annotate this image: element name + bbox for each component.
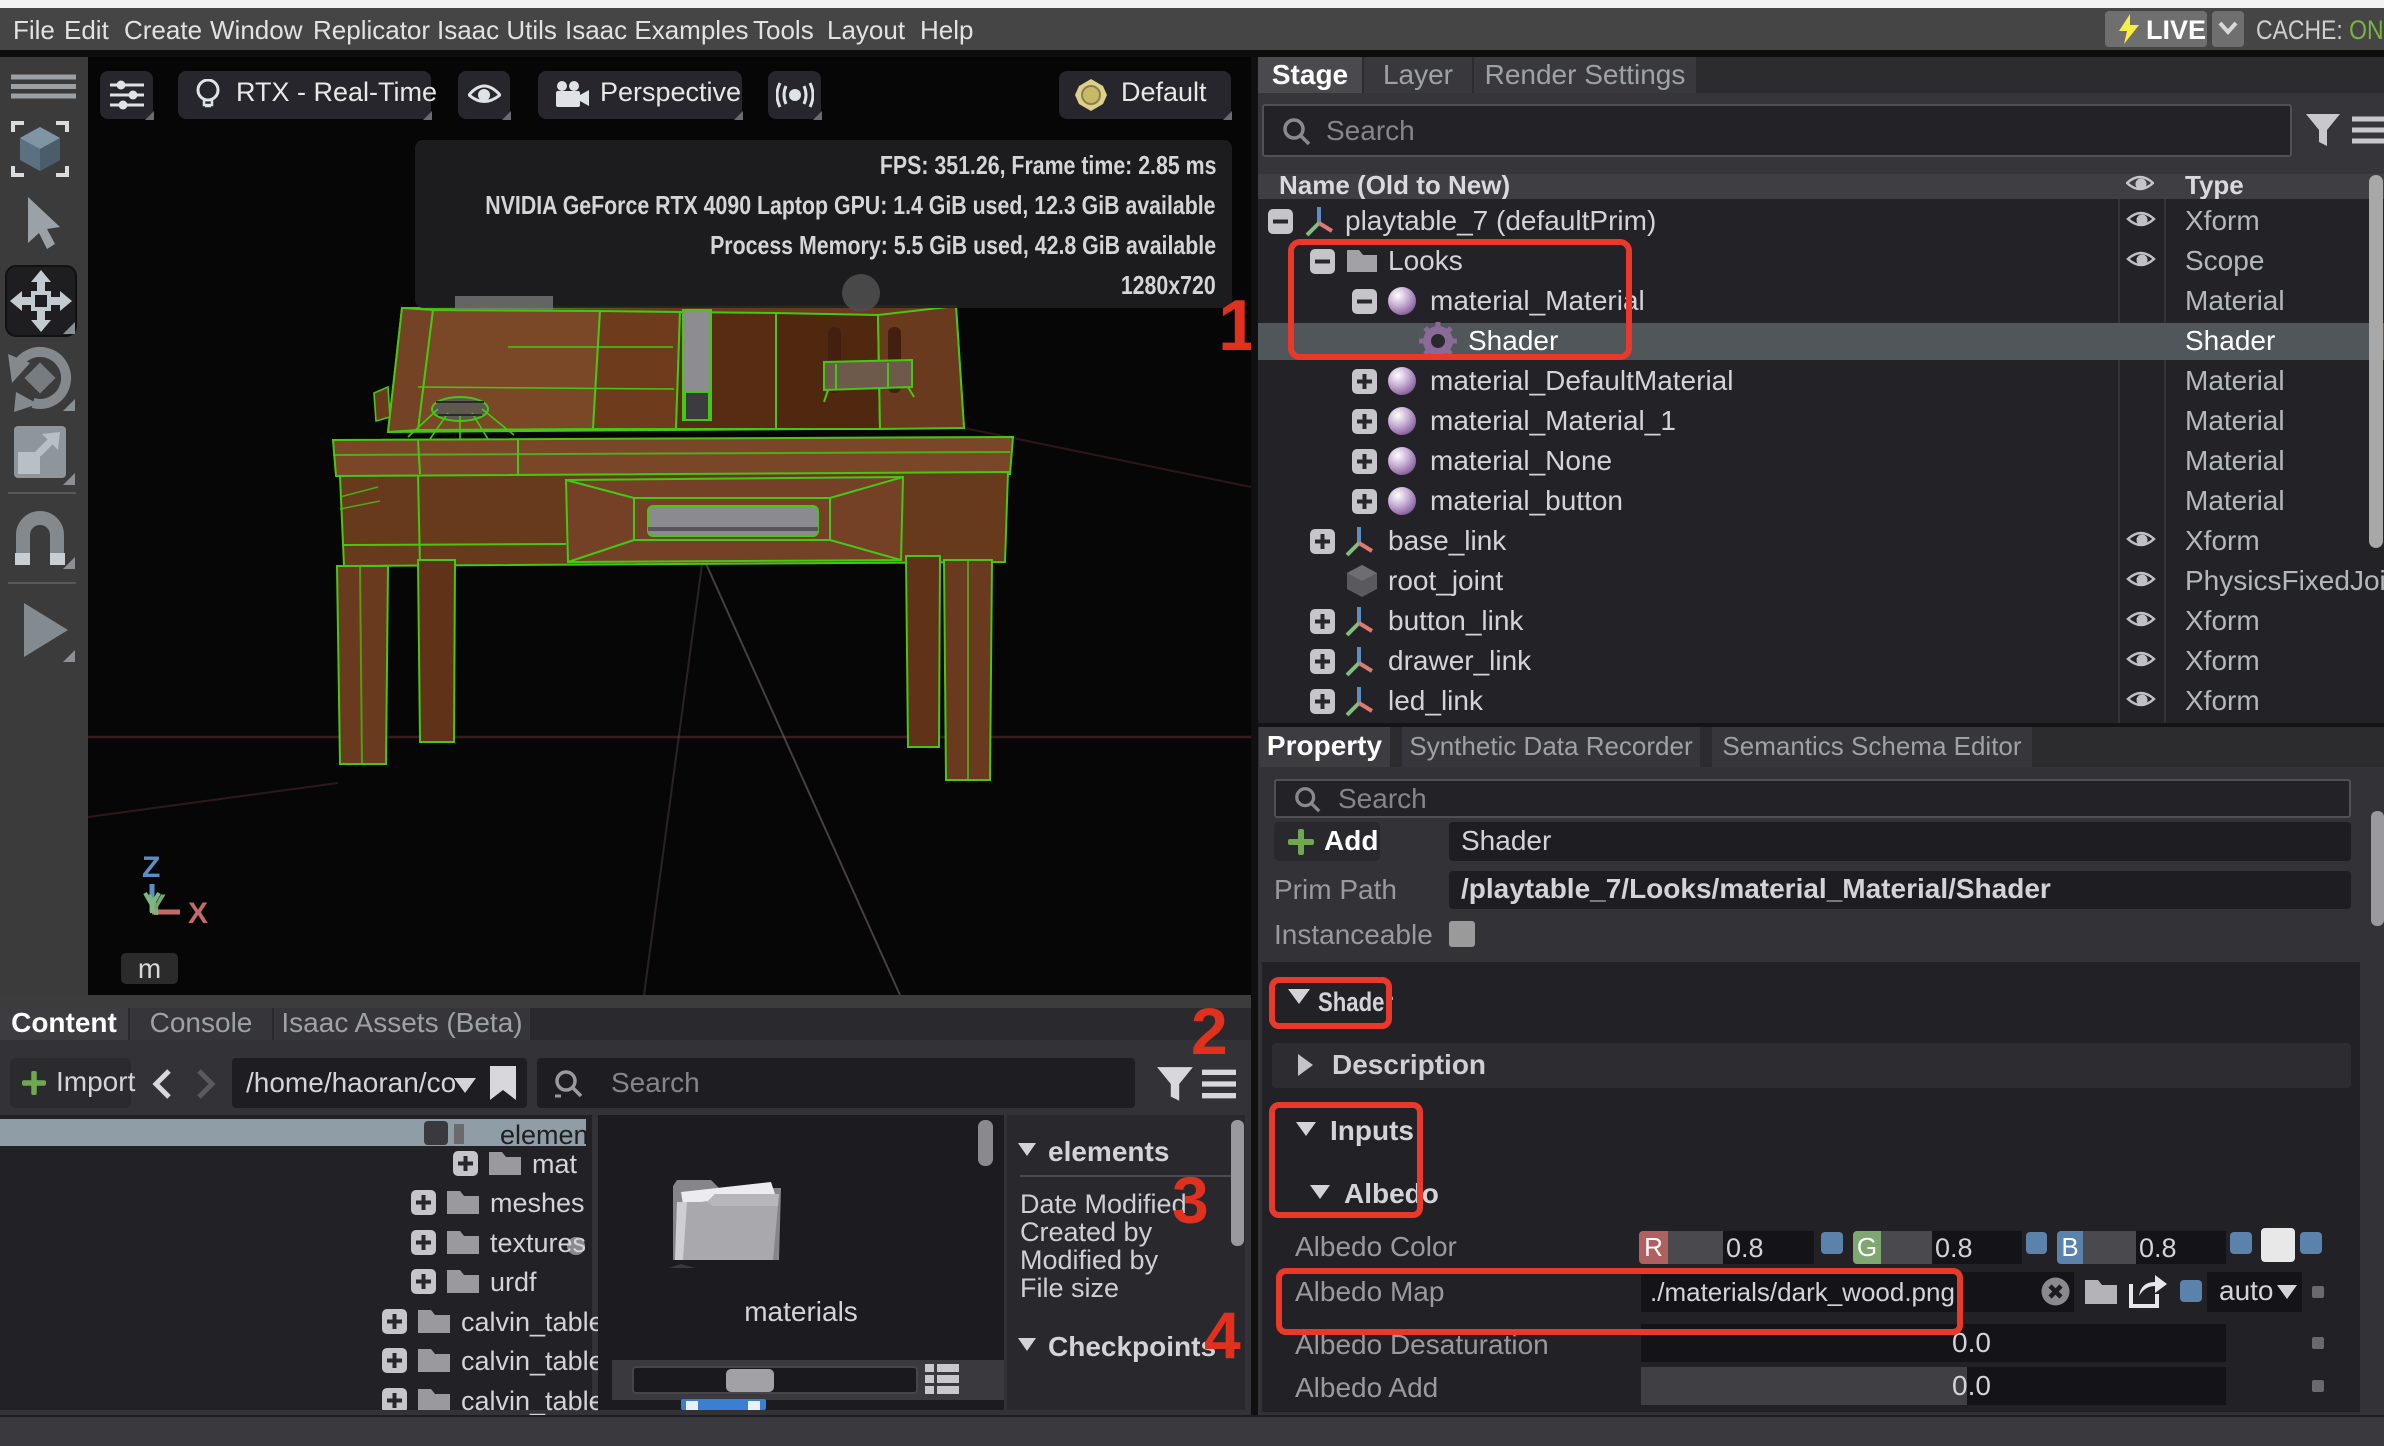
svg-text:X: X [188,897,208,930]
svg-text:Y: Y [146,889,166,922]
svg-text:Z: Z [142,851,160,884]
